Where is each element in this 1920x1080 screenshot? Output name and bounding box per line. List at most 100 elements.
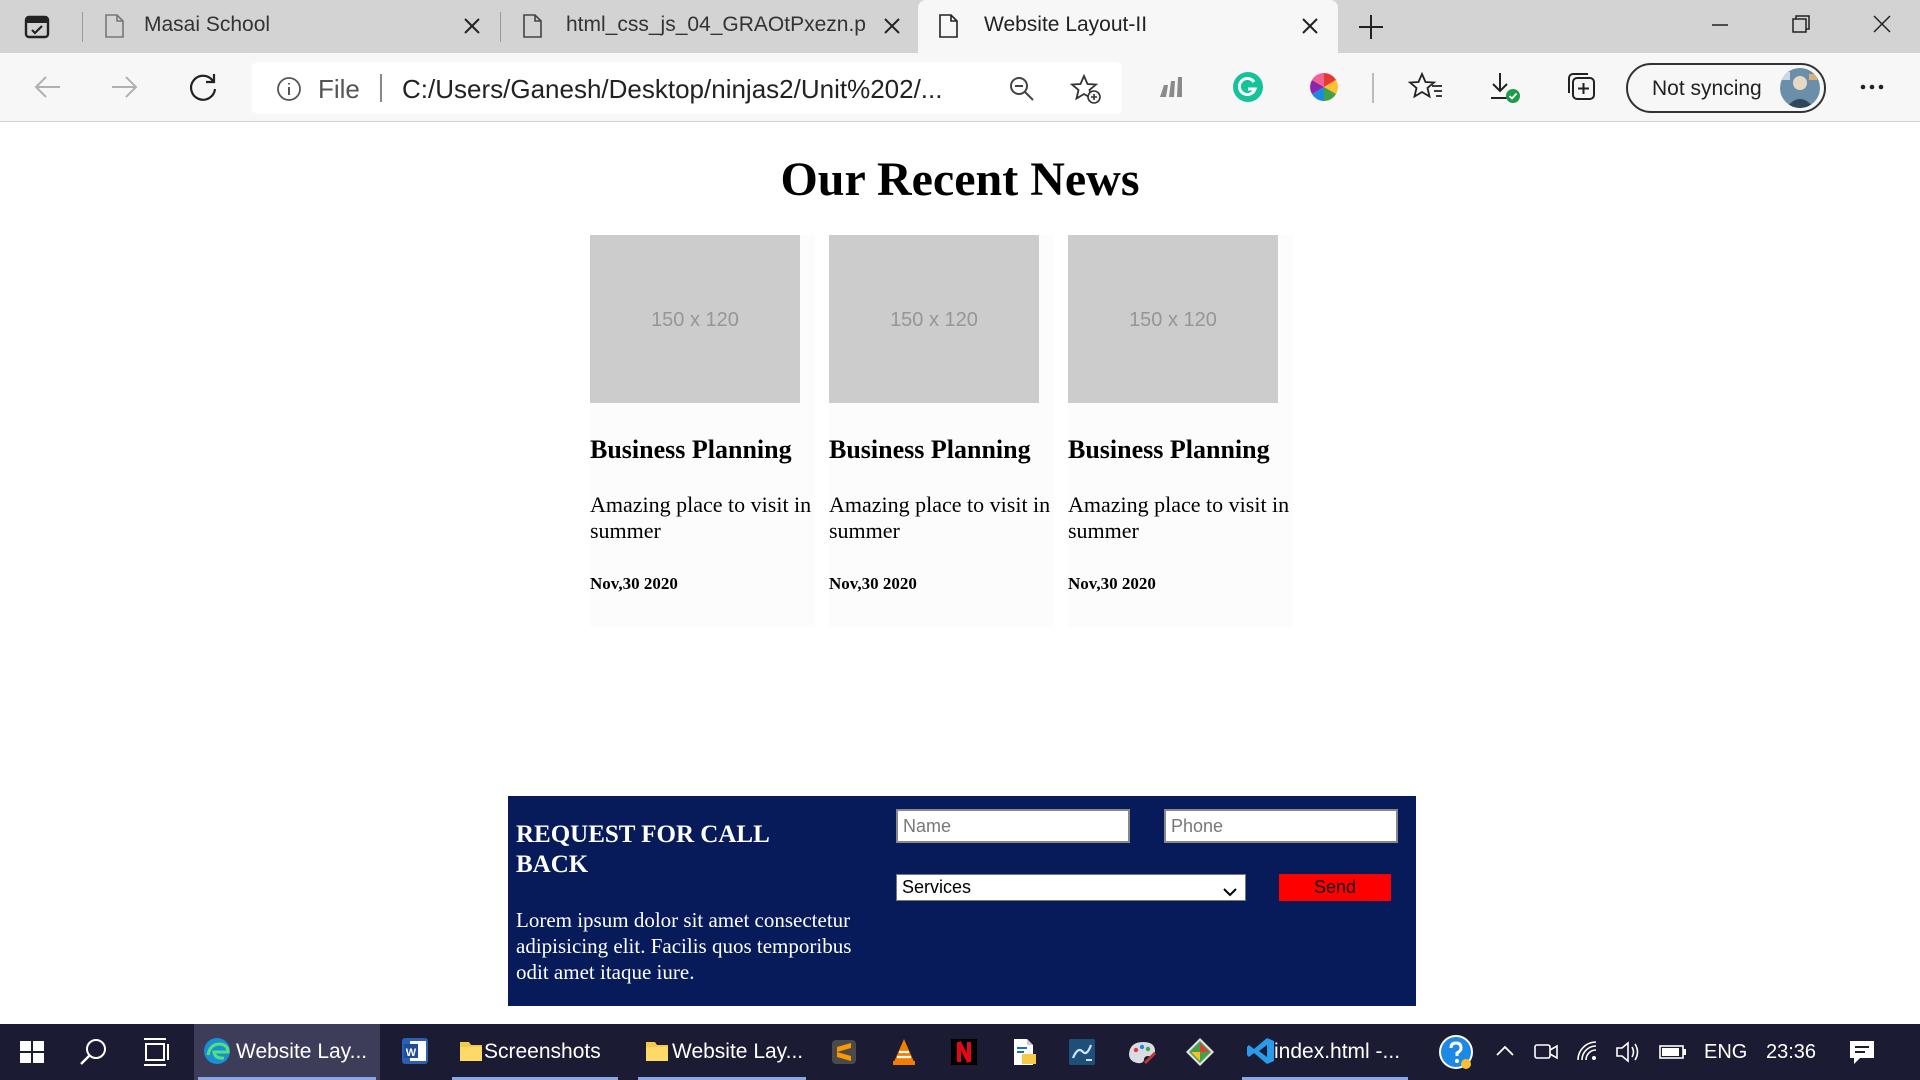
- clock-time[interactable]: 23:36: [1766, 1041, 1816, 1064]
- news-card-description: Amazing place to visit in summer: [829, 492, 1051, 543]
- taskbar-app-edge[interactable]: Website Lay...: [194, 1024, 380, 1080]
- color-picker-icon[interactable]: [1306, 69, 1342, 105]
- new-tab-icon[interactable]: [1356, 12, 1386, 42]
- tab-masai-school[interactable]: Masai School: [84, 0, 498, 53]
- battery-icon[interactable]: [1658, 1038, 1688, 1066]
- close-window-icon[interactable]: [1862, 10, 1902, 40]
- services-select[interactable]: Services: [896, 874, 1246, 901]
- document-icon: [938, 14, 958, 38]
- mysql-workbench-icon[interactable]: [1066, 1036, 1098, 1068]
- wifi-icon[interactable]: [1574, 1038, 1602, 1066]
- callback-request-section: REQUEST FOR CALL BACK Lorem ipsum dolor …: [508, 796, 1416, 1006]
- tab-separator: [82, 12, 83, 42]
- task-view-icon[interactable]: [140, 1036, 172, 1068]
- netflix-icon[interactable]: [948, 1036, 980, 1068]
- zoom-out-icon[interactable]: [1008, 75, 1036, 108]
- tab-title: Website Layout-II: [984, 13, 1148, 36]
- image-placeholder-label: 150 x 120: [1129, 309, 1217, 331]
- sync-status-label: Not syncing: [1652, 77, 1762, 100]
- minimize-icon[interactable]: [1700, 10, 1740, 40]
- tab-separator: [500, 12, 501, 42]
- news-image-placeholder: 150 x 120: [1068, 235, 1278, 403]
- close-tab-icon[interactable]: [462, 16, 482, 36]
- git-icon[interactable]: [1184, 1036, 1216, 1068]
- restore-icon[interactable]: [1780, 10, 1820, 40]
- word-icon: W: [400, 1036, 430, 1066]
- tab-title: html_css_js_04_GRAOtPxezn.png: [566, 13, 866, 36]
- tab-title: Masai School: [144, 13, 271, 36]
- chevron-up-icon[interactable]: [1492, 1038, 1518, 1064]
- tab-website-layout[interactable]: Website Layout-II: [918, 0, 1338, 53]
- toolbar-separator: [1372, 73, 1374, 103]
- profile-sync-button[interactable]: Not syncing: [1626, 63, 1826, 113]
- forward-arrow-icon[interactable]: [106, 69, 142, 105]
- send-button[interactable]: Send: [1279, 874, 1391, 901]
- taskbar-app-word[interactable]: W: [392, 1024, 436, 1080]
- profile-avatar: [1780, 68, 1820, 108]
- collections-icon[interactable]: [1564, 69, 1600, 105]
- paint-palette-icon[interactable]: [1126, 1036, 1158, 1068]
- grammarly-icon[interactable]: [1230, 69, 1266, 105]
- folder-icon: [642, 1036, 672, 1066]
- favorites-icon[interactable]: [1407, 69, 1444, 105]
- taskbar-app-label: Screenshots: [484, 1040, 601, 1063]
- taskbar-app-vscode[interactable]: index.html -...: [1238, 1024, 1408, 1080]
- page-title: Our Recent News: [780, 153, 1140, 206]
- image-placeholder-label: 150 x 120: [890, 309, 978, 331]
- document-icon: [522, 14, 542, 38]
- help-icon[interactable]: [1438, 1034, 1474, 1070]
- add-favorite-icon[interactable]: [1069, 73, 1102, 110]
- news-card-title: Business Planning: [1068, 435, 1270, 464]
- downloads-icon[interactable]: [1486, 69, 1522, 105]
- news-card: 150 x 120 Business Planning Amazing plac…: [829, 235, 1054, 627]
- news-card-description: Amazing place to visit in summer: [1068, 492, 1290, 543]
- address-url[interactable]: C:/Users/Ganesh/Desktop/ninjas2/Unit%202…: [402, 74, 942, 105]
- callback-description: Lorem ipsum dolor sit amet consectetur a…: [516, 908, 852, 984]
- site-info-icon[interactable]: [276, 76, 302, 102]
- vscode-icon: [1246, 1036, 1276, 1066]
- browser-tab-strip: Masai School html_css_js_04_GRAOtPxezn.p…: [0, 0, 1920, 53]
- news-card-date: Nov,30 2020: [590, 574, 678, 593]
- taskbar-app-label: Website Lay...: [672, 1040, 804, 1063]
- news-card-date: Nov,30 2020: [1068, 574, 1156, 593]
- news-card-description: Amazing place to visit in summer: [590, 492, 812, 543]
- image-placeholder-label: 150 x 120: [651, 309, 739, 331]
- refresh-icon[interactable]: [185, 69, 221, 105]
- services-select-value: Services: [902, 877, 972, 897]
- svg-text:W: W: [406, 1047, 417, 1059]
- performance-icon[interactable]: [1154, 69, 1190, 105]
- news-card-title: Business Planning: [829, 435, 1031, 464]
- back-arrow-icon[interactable]: [30, 69, 66, 105]
- taskbar-app-label: index.html -...: [1274, 1040, 1401, 1063]
- news-card-date: Nov,30 2020: [829, 574, 917, 593]
- file-manager-icon[interactable]: [1008, 1036, 1040, 1068]
- windows-taskbar: Website Lay... W Screenshots Website Lay…: [0, 1024, 1920, 1080]
- notifications-icon[interactable]: [1846, 1036, 1878, 1068]
- browser-toolbar: File C:/Users/Ganesh/Desktop/ninjas2/Uni…: [0, 53, 1920, 122]
- tab-screenshot-png[interactable]: html_css_js_04_GRAOtPxezn.png: [502, 0, 916, 53]
- search-icon[interactable]: [78, 1036, 110, 1068]
- volume-icon[interactable]: [1614, 1038, 1644, 1066]
- sublime-text-icon[interactable]: [828, 1036, 860, 1068]
- vlc-icon[interactable]: [888, 1036, 920, 1068]
- news-card-title: Business Planning: [590, 435, 792, 464]
- taskbar-app-label: Website Lay...: [236, 1040, 368, 1063]
- address-bar[interactable]: File C:/Users/Ganesh/Desktop/ninjas2/Uni…: [252, 62, 1122, 114]
- callback-heading: REQUEST FOR CALL BACK: [516, 821, 769, 878]
- taskbar-app-screenshots-folder[interactable]: Screenshots: [448, 1024, 620, 1080]
- address-scheme-label: File: [318, 74, 360, 104]
- meet-now-icon[interactable]: [1532, 1038, 1560, 1066]
- input-language[interactable]: ENG: [1704, 1041, 1747, 1064]
- phone-field[interactable]: Phone: [1164, 809, 1398, 843]
- close-tab-icon[interactable]: [882, 16, 902, 36]
- tab-actions-icon[interactable]: [22, 12, 52, 42]
- chevron-down-icon: [1223, 881, 1237, 897]
- taskbar-app-website-folder[interactable]: Website Lay...: [634, 1024, 808, 1080]
- name-field[interactable]: Name: [896, 809, 1130, 843]
- news-image-placeholder: 150 x 120: [829, 235, 1039, 403]
- more-options-icon[interactable]: [1854, 69, 1890, 105]
- edge-icon: [202, 1036, 232, 1066]
- windows-start-icon[interactable]: [16, 1036, 48, 1068]
- close-tab-icon[interactable]: [1300, 16, 1320, 36]
- news-card: 150 x 120 Business Planning Amazing plac…: [590, 235, 815, 627]
